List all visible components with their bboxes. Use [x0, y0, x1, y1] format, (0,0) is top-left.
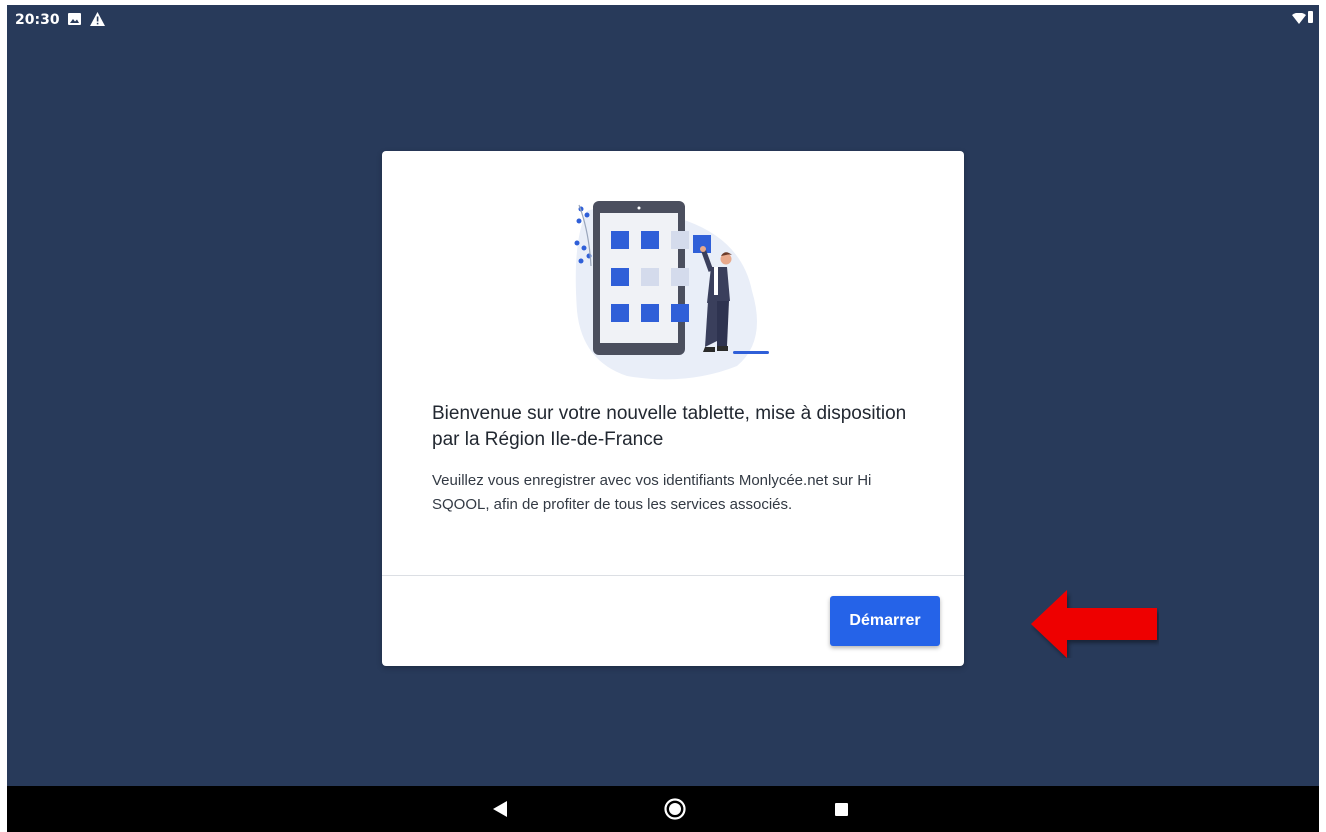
dialog-divider: [382, 575, 964, 576]
navigation-bar: [7, 786, 1319, 832]
wifi-icon: [1292, 13, 1306, 24]
dialog-body: Veuillez vous enregistrer avec vos ident…: [432, 472, 872, 513]
tablet-apps-illustration: [574, 201, 769, 380]
status-time: 20:30: [15, 12, 60, 28]
start-button[interactable]: Démarrer: [830, 596, 940, 646]
home-icon[interactable]: [664, 798, 686, 820]
battery-icon: [1308, 11, 1313, 23]
back-icon[interactable]: [493, 801, 507, 817]
warning-icon: [90, 12, 105, 26]
red-arrow-icon: [1031, 590, 1157, 658]
image-icon: [68, 13, 81, 25]
dialog-title: Bienvenue sur votre nouvelle tablette, m…: [432, 403, 907, 450]
recents-icon[interactable]: [835, 803, 848, 816]
screen: 20:30 Bienvenue sur votre nouvelle table…: [7, 5, 1319, 832]
welcome-dialog: Bienvenue sur votre nouvelle tablette, m…: [382, 151, 964, 666]
status-bar: 20:30: [7, 5, 1319, 33]
